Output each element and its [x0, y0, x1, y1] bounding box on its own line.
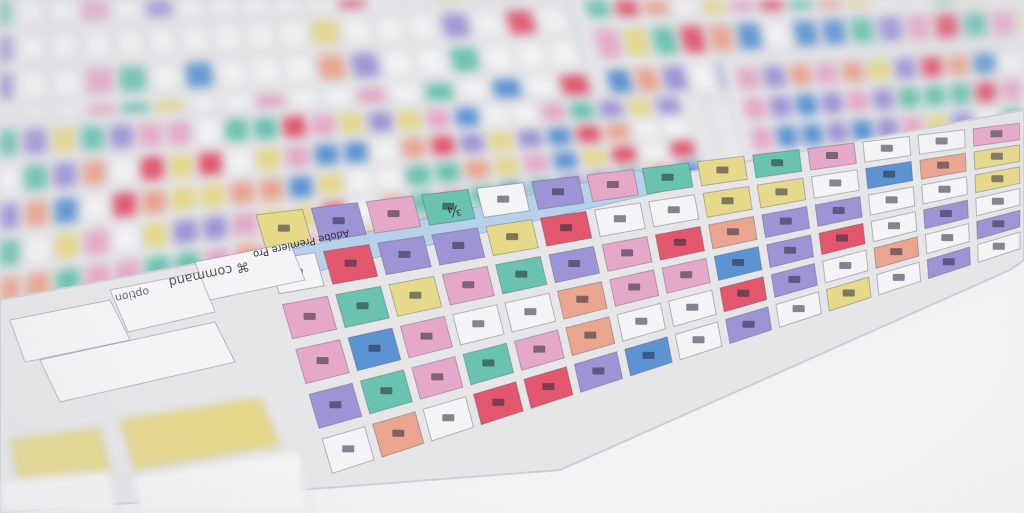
key-glyph: [431, 373, 444, 381]
key-glyph: [742, 320, 755, 328]
key-glyph: [387, 210, 400, 218]
keyboard-photo: ⌘ command option Adobe Premiere Pro ¾: [0, 0, 1024, 513]
key-glyph: [492, 398, 505, 406]
key-glyph: [533, 345, 546, 353]
key-glyph: [941, 234, 954, 242]
key-glyph: [784, 246, 797, 254]
main-keyboard: ⌘ command option Adobe Premiere Pro ¾: [0, 108, 1024, 513]
key-glyph: [442, 414, 455, 422]
key-glyph: [380, 387, 393, 395]
key-glyph: [462, 281, 475, 289]
key-glyph: [737, 289, 750, 297]
key-glyph: [277, 224, 290, 232]
key-glyph: [674, 238, 686, 246]
key-glyph: [497, 195, 510, 203]
key-glyph: [836, 234, 848, 242]
key-glyph: [883, 170, 896, 178]
key-glyph: [613, 215, 626, 223]
key-glyph: [829, 179, 842, 187]
key-glyph: [472, 320, 485, 328]
key-glyph: [990, 152, 1003, 160]
key-glyph: [880, 144, 893, 152]
key-glyph: [890, 248, 903, 256]
key-glyph: [344, 259, 357, 267]
key-glyph: [392, 429, 405, 437]
key-glyph: [398, 250, 411, 258]
key-glyph: [775, 188, 788, 196]
key-glyph: [692, 336, 705, 344]
key-glyph: [542, 383, 555, 391]
key-glyph: [991, 175, 1004, 183]
key-glyph: [792, 305, 805, 313]
key-glyph: [628, 283, 641, 291]
key-glyph: [515, 270, 528, 278]
key-glyph: [552, 188, 564, 196]
key-glyph: [661, 173, 674, 181]
key-glyph: [584, 331, 597, 339]
key-glyph: [826, 152, 838, 159]
key-glyph: [568, 260, 581, 267]
key-glyph: [452, 242, 465, 249]
key-glyph: [560, 224, 573, 232]
key-glyph: [935, 137, 948, 145]
key-glyph: [832, 207, 845, 214]
key-glyph: [409, 291, 422, 299]
key-glyph: [726, 228, 739, 236]
key-glyph: [892, 273, 905, 281]
key-glyph: [937, 161, 950, 169]
key-glyph: [680, 271, 693, 279]
key-glyph: [991, 197, 1004, 205]
key-glyph: [842, 289, 855, 297]
key-glyph: [839, 262, 852, 269]
key-glyph: [788, 275, 801, 283]
key-glyph: [524, 308, 537, 316]
key-glyph: [606, 181, 619, 188]
key-glyph: [885, 196, 898, 204]
key-glyph: [482, 359, 495, 367]
key-glyph: [621, 249, 634, 257]
key-glyph: [716, 166, 729, 174]
key-glyph: [992, 220, 1005, 228]
key-glyph: [329, 401, 342, 409]
key-glyph: [939, 210, 952, 217]
key-glyph: [576, 295, 589, 303]
key-glyph: [642, 351, 655, 359]
key-glyph: [368, 344, 381, 352]
key-glyph: [990, 130, 1003, 138]
key-glyph: [506, 233, 519, 241]
key-glyph: [732, 259, 745, 266]
key-glyph: [721, 197, 734, 205]
key-glyph: [342, 445, 355, 453]
key-glyph: [942, 258, 955, 266]
key-glyph: [992, 242, 1005, 250]
key-glyph: [888, 222, 900, 230]
key-glyph: [420, 332, 433, 340]
key-glyph: [771, 159, 784, 167]
key-glyph: [635, 317, 648, 325]
key-glyph: [332, 217, 345, 225]
key-glyph: [938, 185, 951, 193]
key-glyph: [303, 312, 316, 320]
key-glyph: [356, 302, 369, 310]
key-glyph: [779, 217, 792, 225]
key-glyph: [667, 206, 680, 214]
key-glyph: [686, 303, 699, 311]
key-glyph: [316, 357, 329, 365]
key-glyph: [592, 367, 605, 375]
